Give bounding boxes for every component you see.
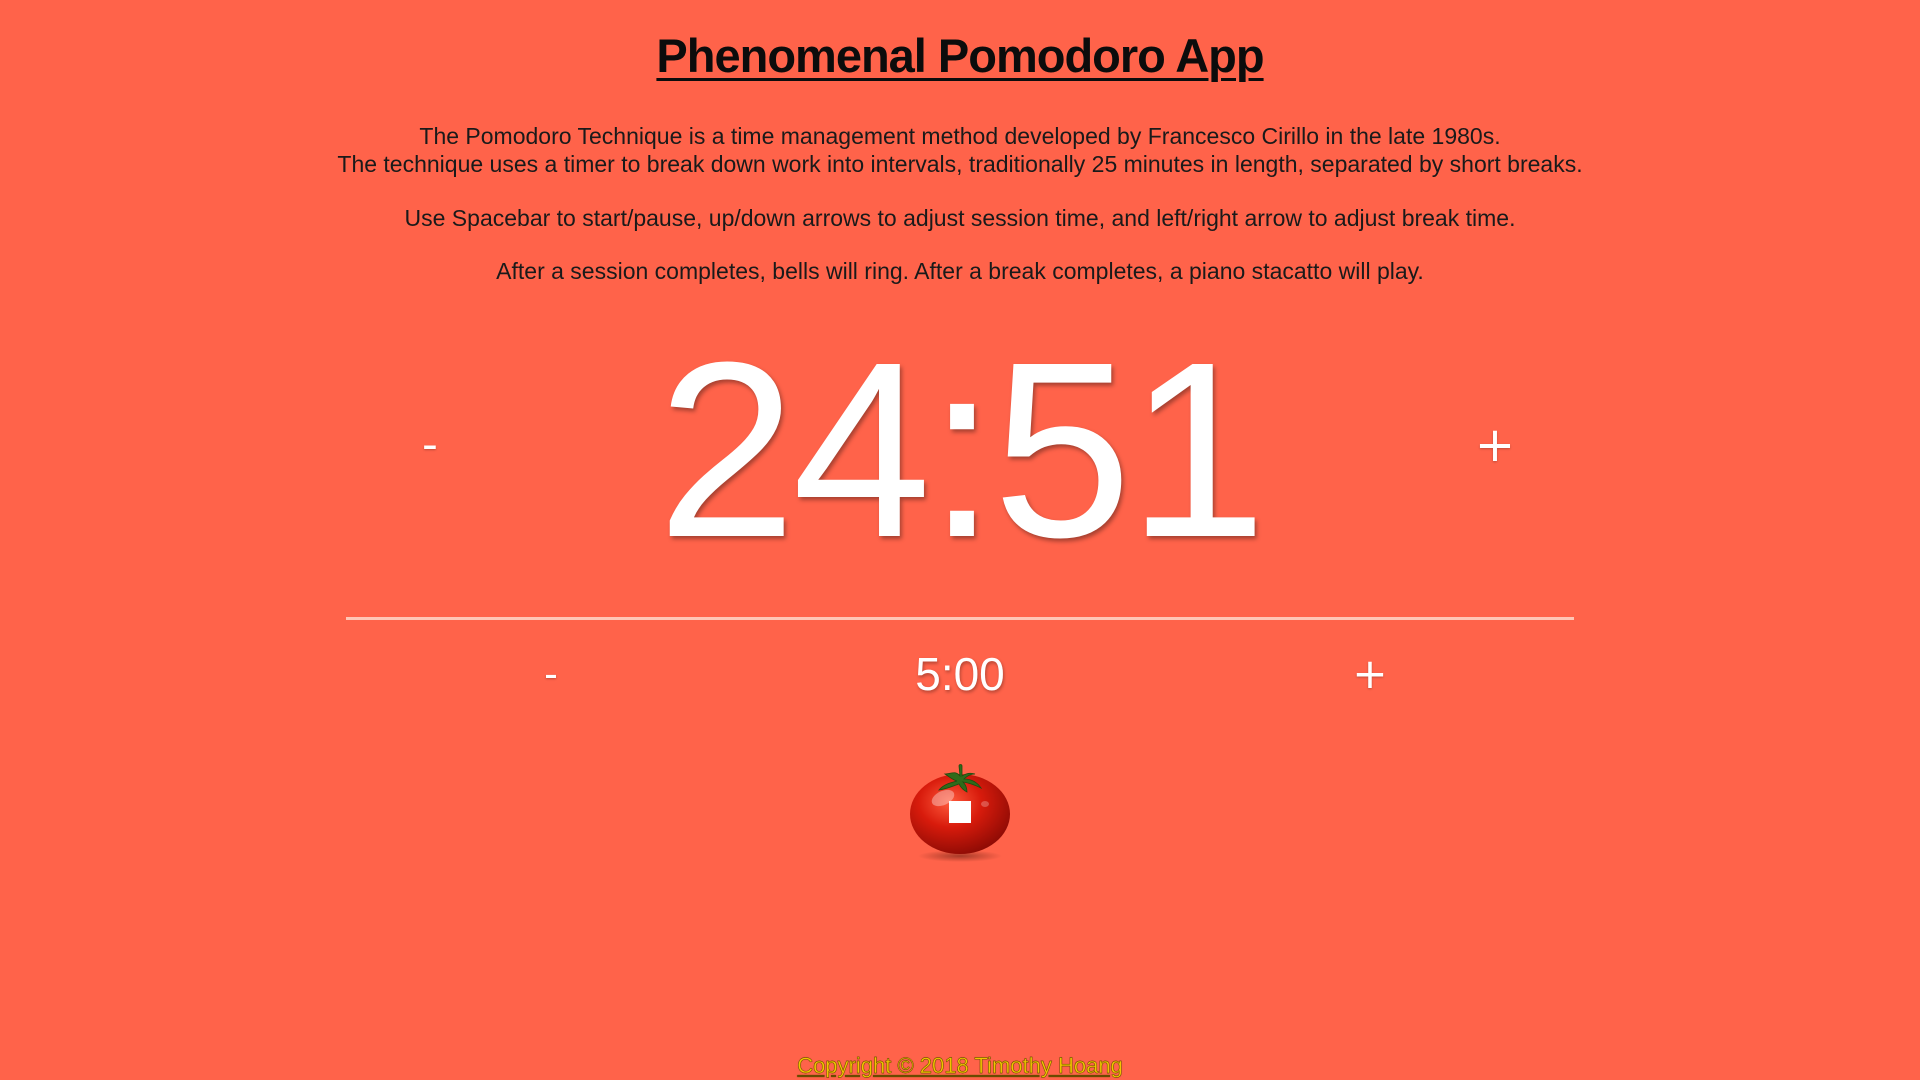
sound-info-text: After a session completes, bells will ri… <box>496 258 1424 284</box>
description-line-1: The Pomodoro Technique is a time managem… <box>419 123 1501 149</box>
break-controls: - 5:00 + <box>0 640 1920 710</box>
session-timer-display: 24:51 <box>657 310 1267 589</box>
break-increase-button[interactable]: + <box>1342 652 1398 696</box>
tomato-start-stop-button[interactable] <box>905 752 1015 864</box>
session-controls: - 24:51 + <box>0 310 1920 589</box>
instructions-text: Use Spacebar to start/pause, up/down arr… <box>404 205 1516 231</box>
stop-icon <box>949 801 971 823</box>
session-increase-button[interactable]: + <box>1465 420 1525 470</box>
break-time-display: 5:00 <box>915 648 1005 700</box>
divider-line <box>346 617 1574 620</box>
pomodoro-page: Phenomenal Pomodoro App The Pomodoro Tec… <box>0 0 1920 1080</box>
copyright-link[interactable]: Copyright © 2018 Timothy Hoang <box>797 1053 1123 1078</box>
description-line-2: The technique uses a timer to break down… <box>337 151 1583 177</box>
page-title: Phenomenal Pomodoro App <box>656 29 1264 82</box>
tomato-icon <box>910 764 1010 862</box>
footer: Copyright © 2018 Timothy Hoang <box>0 1052 1920 1080</box>
